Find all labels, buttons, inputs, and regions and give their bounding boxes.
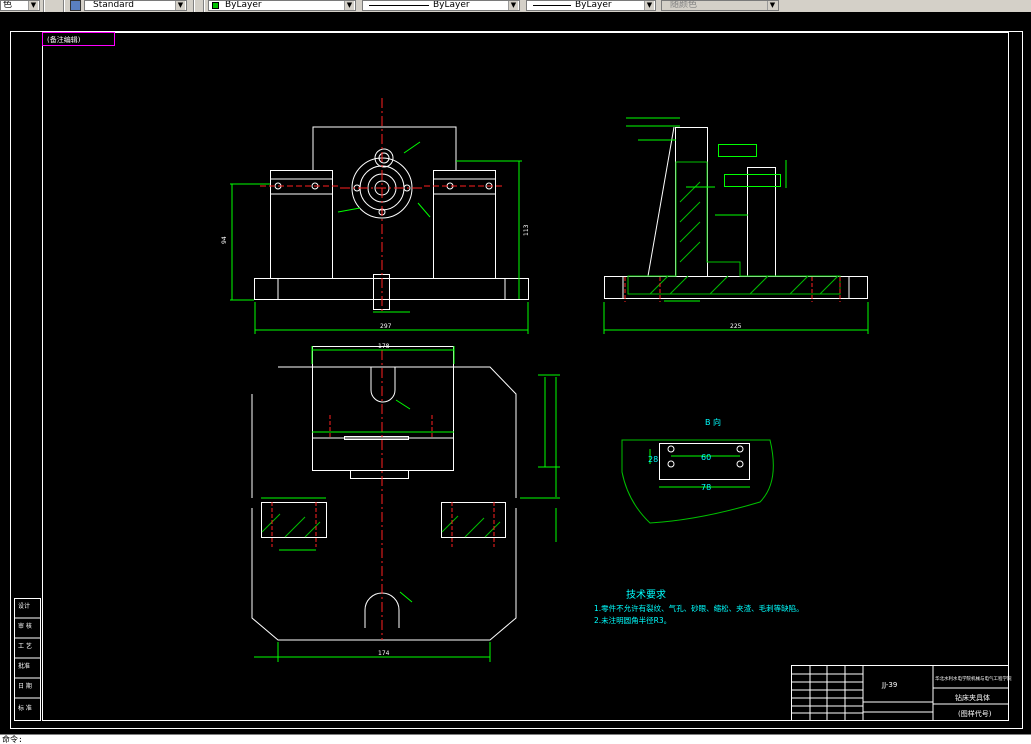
toolbar-separator <box>193 0 195 12</box>
sheet-inner-border <box>42 32 1009 721</box>
title-block-part-name: 钻床夹具体 <box>955 693 990 702</box>
chevron-down-icon[interactable]: ▼ <box>767 1 777 10</box>
note-line-1: 1.零件不允许有裂纹、气孔、砂眼、缩松、夹渣、毛刺等缺陷。 <box>594 603 804 613</box>
chevron-down-icon[interactable]: ▼ <box>175 1 185 10</box>
dim-label: 113 <box>523 224 530 236</box>
drawing-svg[interactable]: (备注编辑) 设计 审 核 工 艺 批准 日 期 标 准 297 94 113 … <box>0 12 1031 734</box>
front-view-centerlines <box>260 98 505 312</box>
drawing-canvas[interactable]: (备注编辑) 设计 审 核 工 艺 批准 日 期 标 准 297 94 113 … <box>0 12 1031 734</box>
chevron-down-icon[interactable]: ▼ <box>344 1 354 10</box>
sheet-outer-border <box>10 31 1023 729</box>
chevron-down-icon[interactable]: ▼ <box>508 1 518 10</box>
side-view <box>604 126 868 299</box>
title-block-code: (图样代号) <box>958 709 992 718</box>
linetype-select[interactable]: ByLayer ▼ <box>362 0 520 11</box>
chevron-down-icon[interactable]: ▼ <box>644 1 654 10</box>
plotstyle-left-fragment[interactable]: 色 ▼ <box>0 0 40 11</box>
color-select[interactable]: ByLayer ▼ <box>208 0 356 11</box>
plotstyle-select[interactable]: 随颜色 ▼ <box>661 0 779 11</box>
b-view-dim: 78 <box>701 483 711 492</box>
side-view-hatch <box>627 161 841 295</box>
text-style-icon[interactable] <box>70 0 81 11</box>
corner-label: (备注编辑) <box>47 35 81 44</box>
title-block-drawing-number: JJ-39 <box>881 681 897 689</box>
dim-label: 297 <box>380 323 392 330</box>
plan-view-dimensions <box>254 346 560 662</box>
textstyle-select[interactable]: Standard ▼ <box>84 0 187 11</box>
lineweight-sample-icon <box>533 5 571 6</box>
toolbar-separator <box>203 0 205 12</box>
note-line-2: 2.未注明圆角半径R3。 <box>594 615 671 625</box>
dim-label: 94 <box>221 236 228 244</box>
toolbar-separator <box>43 0 45 12</box>
side-label: 日 期 <box>18 682 32 690</box>
front-view <box>254 126 529 310</box>
color-swatch-icon <box>212 2 219 9</box>
b-view-dim: 28 <box>648 455 658 464</box>
dim-label: 174 <box>378 650 390 657</box>
lineweight-select[interactable]: ByLayer ▼ <box>526 0 656 11</box>
plan-view-centerlines <box>271 350 495 640</box>
b-view <box>621 439 774 524</box>
b-view-dim: 60 <box>701 453 711 462</box>
side-label: 工 艺 <box>18 642 32 650</box>
side-view-dimensions <box>603 117 869 334</box>
command-prompt: 命令: <box>2 735 23 744</box>
chevron-down-icon[interactable]: ▼ <box>28 1 38 10</box>
side-label: 审 核 <box>18 622 32 630</box>
toolbar-separator <box>63 0 65 12</box>
plan-view-hatch <box>261 513 501 538</box>
linetype-sample-icon <box>369 5 429 6</box>
plan-view <box>251 346 517 641</box>
dim-label: 225 <box>730 323 742 330</box>
side-label: 设计 <box>18 602 30 610</box>
command-line[interactable]: 命令: <box>0 734 1031 744</box>
notes-title: 技术要求 <box>626 588 666 601</box>
dim-label: 178 <box>378 343 390 350</box>
side-label-column <box>14 598 41 721</box>
side-label: 标 准 <box>18 704 32 712</box>
title-block-school: 华北水利水电学院机械与电气工程学院 <box>935 675 1012 682</box>
side-label: 批准 <box>18 662 30 670</box>
b-view-title: B 向 <box>705 417 721 427</box>
